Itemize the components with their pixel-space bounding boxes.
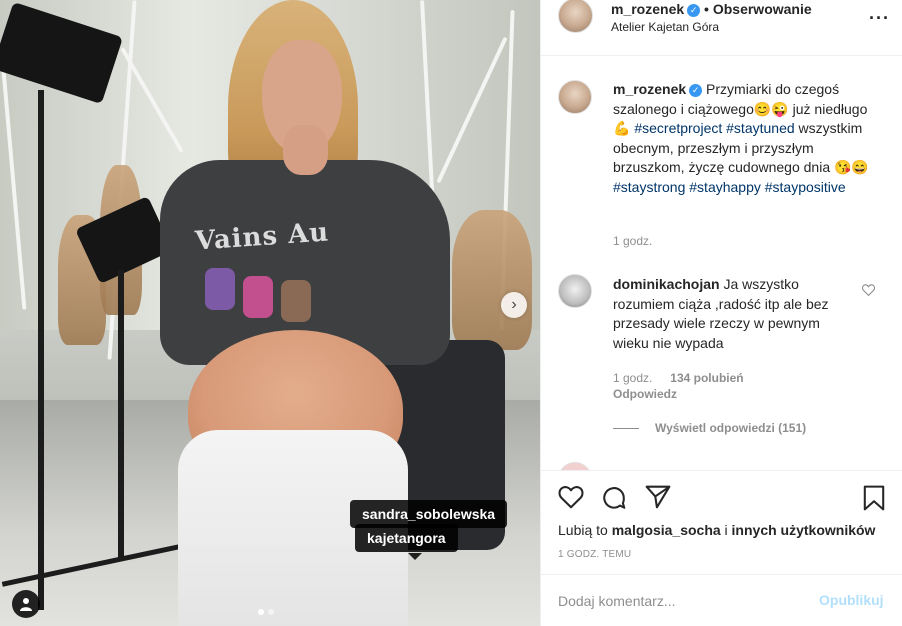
caption-emoji-1: 😊😜 xyxy=(753,100,789,117)
author-username[interactable]: m_rozenek xyxy=(611,1,684,17)
lamp-stand xyxy=(38,90,44,610)
sweatshirt-graphic xyxy=(281,280,311,322)
post-actions: Lubią to malgosia_socha i innych użytkow… xyxy=(541,470,902,574)
comment-input[interactable] xyxy=(558,591,808,611)
carousel-dot-active xyxy=(258,609,264,615)
sweatshirt-graphic xyxy=(243,276,273,318)
post-header: m_rozenek ✓ • Obserwowanie Atelier Kajeta… xyxy=(541,0,902,56)
comment-time[interactable]: 1 godz. xyxy=(613,371,652,385)
like-comment-icon[interactable] xyxy=(861,284,876,299)
likes-summary: Lubią to malgosia_socha i innych użytkow… xyxy=(558,522,875,538)
comment-body: dominikachojan Ja wszystko rozumiem ciąż… xyxy=(613,275,858,353)
more-options-icon[interactable]: ··· xyxy=(869,8,890,29)
add-comment-bar: Opublikuj xyxy=(541,574,902,626)
bookmark-icon xyxy=(863,485,885,511)
caption-emoji-3: 😘😄 xyxy=(834,159,869,176)
comment-likes[interactable]: 134 polubień xyxy=(670,371,743,385)
caption-username[interactable]: m_rozenek xyxy=(613,81,686,97)
likes-others[interactable]: innych użytkowników xyxy=(732,522,876,538)
post-location[interactable]: Atelier Kajetan Góra xyxy=(611,20,719,34)
author-line: m_rozenek ✓ • Obserwowanie xyxy=(611,1,812,17)
following-button[interactable]: • Obserwowanie xyxy=(704,1,812,17)
publish-button[interactable]: Opublikuj xyxy=(819,592,884,608)
author-avatar[interactable] xyxy=(558,0,593,33)
caption-text-2: już niedługo xyxy=(788,100,868,117)
comment-icon xyxy=(603,487,626,509)
likes-user[interactable]: malgosia_socha xyxy=(612,522,721,538)
paper-plane-icon xyxy=(645,485,671,509)
post-caption: m_rozenek ✓ Przymiarki do czegoś szaloneg… xyxy=(613,80,883,198)
heart-icon xyxy=(558,486,584,509)
photo-tag-kajetangora[interactable]: kajetangora xyxy=(355,524,458,552)
carousel-dot xyxy=(268,609,274,615)
person-icon xyxy=(20,598,32,611)
post-timestamp[interactable]: 1 GODZ. TEMU xyxy=(558,549,631,560)
comments-section[interactable]: m_rozenek ✓ Przymiarki do czegoś szaloneg… xyxy=(541,57,902,470)
next-slide-button[interactable]: › xyxy=(501,292,527,318)
view-replies-button[interactable]: Wyświetl odpowiedzi (151) xyxy=(613,421,806,435)
carousel-dots xyxy=(258,609,274,615)
sweatshirt-graphic xyxy=(205,268,235,310)
likes-prefix: Lubią to xyxy=(558,522,612,538)
lamp-stand xyxy=(118,270,124,560)
caption-emoji-2: 💪 xyxy=(613,120,631,137)
share-button[interactable] xyxy=(645,485,673,513)
commenter-username[interactable]: dominikachojan xyxy=(613,276,720,292)
reply-button[interactable]: Odpowiedz xyxy=(613,387,744,401)
next-commenter-avatar[interactable] xyxy=(558,462,592,470)
verified-badge-icon: ✓ xyxy=(687,4,701,17)
likes-middle: i xyxy=(720,522,732,538)
tagged-users-button[interactable] xyxy=(12,590,40,618)
verified-badge-icon: ✓ xyxy=(689,84,703,97)
comment-meta: 1 godz. 134 polubień Odpowiedz xyxy=(613,369,744,401)
save-button[interactable] xyxy=(862,485,890,513)
caption-hashtags-2[interactable]: #staystrong #stayhappy #staypositive xyxy=(613,179,846,195)
view-replies-label: Wyświetl odpowiedzi (151) xyxy=(655,421,807,435)
commenter-avatar[interactable] xyxy=(558,274,592,308)
caption-time[interactable]: 1 godz. xyxy=(613,234,652,248)
person-hand xyxy=(283,125,328,175)
tag-pointer xyxy=(408,553,422,560)
caption-hashtags-1[interactable]: #secretproject #staytuned xyxy=(634,120,794,136)
post-photo[interactable]: Vains Au sandra_sobolewska kajetangora › xyxy=(0,0,540,626)
comment-button[interactable] xyxy=(601,485,629,513)
replies-divider xyxy=(613,428,639,430)
post-details-panel: m_rozenek ✓ • Obserwowanie Atelier Kajeta… xyxy=(540,0,902,626)
caption-author-avatar[interactable] xyxy=(558,80,592,114)
wig-display xyxy=(452,210,532,350)
like-button[interactable] xyxy=(558,485,586,513)
